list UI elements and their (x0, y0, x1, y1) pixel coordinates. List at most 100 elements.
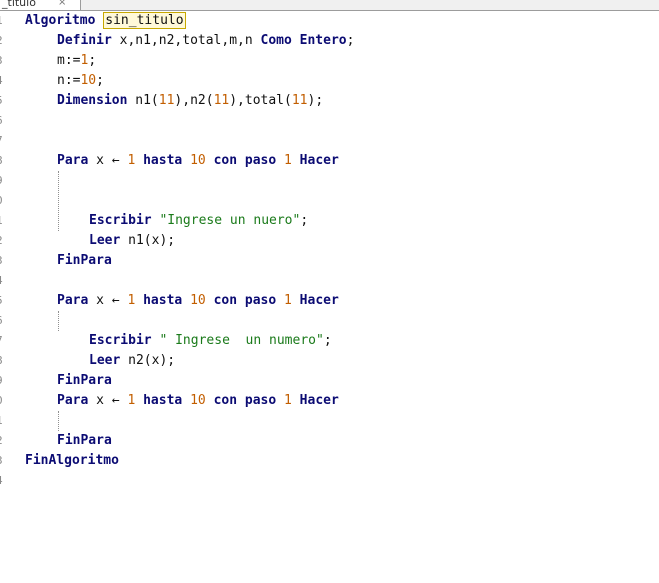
code-line[interactable]: 2 Leer n1(x); (0, 231, 659, 251)
code-text: Escribir " Ingrese un numero"; (89, 331, 332, 351)
code-token: n:= (57, 73, 81, 88)
code-line[interactable]: 2 FinPara (0, 431, 659, 451)
line-number: 4 (0, 271, 10, 291)
line-number: 2 (0, 31, 10, 51)
code-text: Leer n2(x); (89, 351, 175, 371)
code-line[interactable]: 0 Para x ← 1 hasta 10 con paso 1 Hacer (0, 391, 659, 411)
code-token: ; (300, 213, 309, 228)
number-token: 10 (190, 293, 206, 308)
indent-guide (58, 311, 59, 331)
keyword-token: Leer (89, 353, 121, 368)
indent-guide (58, 411, 59, 431)
keyword-token: FinPara (57, 373, 112, 388)
keyword-token: FinPara (57, 433, 112, 448)
code-text: Leer n1(x); (89, 231, 175, 251)
line-number: 7 (0, 131, 10, 151)
code-line[interactable]: 9 FinPara (0, 371, 659, 391)
code-line[interactable]: 4 n:=10; (0, 71, 659, 91)
line-number: 9 (0, 171, 10, 191)
number-token: 1 (284, 293, 292, 308)
code-text: FinAlgoritmo (25, 451, 119, 471)
code-line[interactable]: 1 (0, 411, 659, 431)
line-number: 0 (0, 391, 10, 411)
line-number: 4 (0, 471, 10, 491)
code-token: n2(x); (120, 353, 176, 368)
algorithm-name: sin_titulo (103, 12, 186, 29)
code-line[interactable]: 3 FinPara (0, 251, 659, 271)
code-token: ),n2( (174, 93, 214, 108)
code-line[interactable]: 0 (0, 191, 659, 211)
line-number: 0 (0, 191, 10, 211)
code-line[interactable]: 8 Para x ← 1 hasta 10 con paso 1 Hacer (0, 151, 659, 171)
code-line[interactable]: 2 Definir x,n1,n2,total,m,n Como Entero; (0, 31, 659, 51)
keyword-token: Para (57, 293, 89, 308)
code-line[interactable]: 1 Algoritmo sin_titulo (0, 11, 659, 31)
indent-guide (58, 171, 59, 231)
number-token: 1 (284, 393, 292, 408)
code-line[interactable]: 3 FinAlgoritmo (0, 451, 659, 471)
code-line[interactable]: 6 (0, 311, 659, 331)
code-line[interactable]: 1 Escribir "Ingrese un nuero"; (0, 211, 659, 231)
keyword-token: con paso (213, 293, 277, 308)
code-line[interactable]: 5 Para x ← 1 hasta 10 con paso 1 Hacer (0, 291, 659, 311)
code-line[interactable]: 9 (0, 171, 659, 191)
line-number: 2 (0, 231, 10, 251)
tab-file[interactable]: _titulo × (0, 0, 81, 10)
keyword-token: hasta (143, 293, 183, 308)
keyword-token: con paso (213, 393, 277, 408)
keyword-token: Entero (299, 33, 347, 48)
code-line[interactable]: 7 (0, 131, 659, 151)
code-line[interactable]: 4 (0, 271, 659, 291)
code-line[interactable]: 5Dimension n1(11),n2(11),total(11); (0, 91, 659, 111)
number-token: 10 (190, 153, 206, 168)
code-token: ),total( (229, 93, 292, 108)
code-token: ← (111, 153, 120, 168)
code-text: FinPara (57, 371, 112, 391)
keyword-token: Hacer (299, 153, 339, 168)
code-token: n1(x); (120, 233, 176, 248)
line-number: 9 (0, 371, 10, 391)
number-token: 10 (80, 73, 97, 88)
code-editor[interactable]: 1 Algoritmo sin_titulo 2 Definir x,n1,n2,to… (0, 11, 659, 583)
line-number: 5 (0, 91, 10, 111)
keyword-token: Leer (89, 233, 121, 248)
number-token: 11 (213, 93, 230, 108)
line-number: 8 (0, 351, 10, 371)
code-token: ; (96, 73, 104, 88)
code-text: m:=1; (57, 51, 96, 71)
line-number: 1 (0, 211, 10, 231)
keyword-token: Para (57, 153, 89, 168)
code-line[interactable]: 8 Leer n2(x); (0, 351, 659, 371)
close-icon[interactable]: × (58, 0, 66, 8)
line-number: 1 (0, 11, 10, 31)
code-text: FinPara (57, 251, 112, 271)
code-text: FinPara (57, 431, 112, 451)
number-token: 11 (291, 93, 308, 108)
keyword-token: Para (57, 393, 89, 408)
number-token: 1 (284, 153, 292, 168)
code-line[interactable]: 6 (0, 111, 659, 131)
code-text: Algoritmo sin_titulo (25, 11, 186, 31)
code-text: Escribir "Ingrese un nuero"; (89, 211, 308, 231)
keyword-token: FinAlgoritmo (25, 453, 119, 468)
code-line[interactable]: 4 (0, 471, 659, 491)
code-token: ← (111, 393, 120, 408)
code-line[interactable]: 7 Escribir " Ingrese un numero"; (0, 331, 659, 351)
keyword-token: Escribir (89, 213, 152, 228)
number-token: 10 (190, 393, 206, 408)
code-text: Definir x,n1,n2,total,m,n Como Entero; (57, 31, 354, 51)
line-number: 7 (0, 331, 10, 351)
code-line[interactable]: 3 m:=1; (0, 51, 659, 71)
code-text: Para x ← 1 hasta 10 con paso 1 Hacer (57, 391, 339, 411)
